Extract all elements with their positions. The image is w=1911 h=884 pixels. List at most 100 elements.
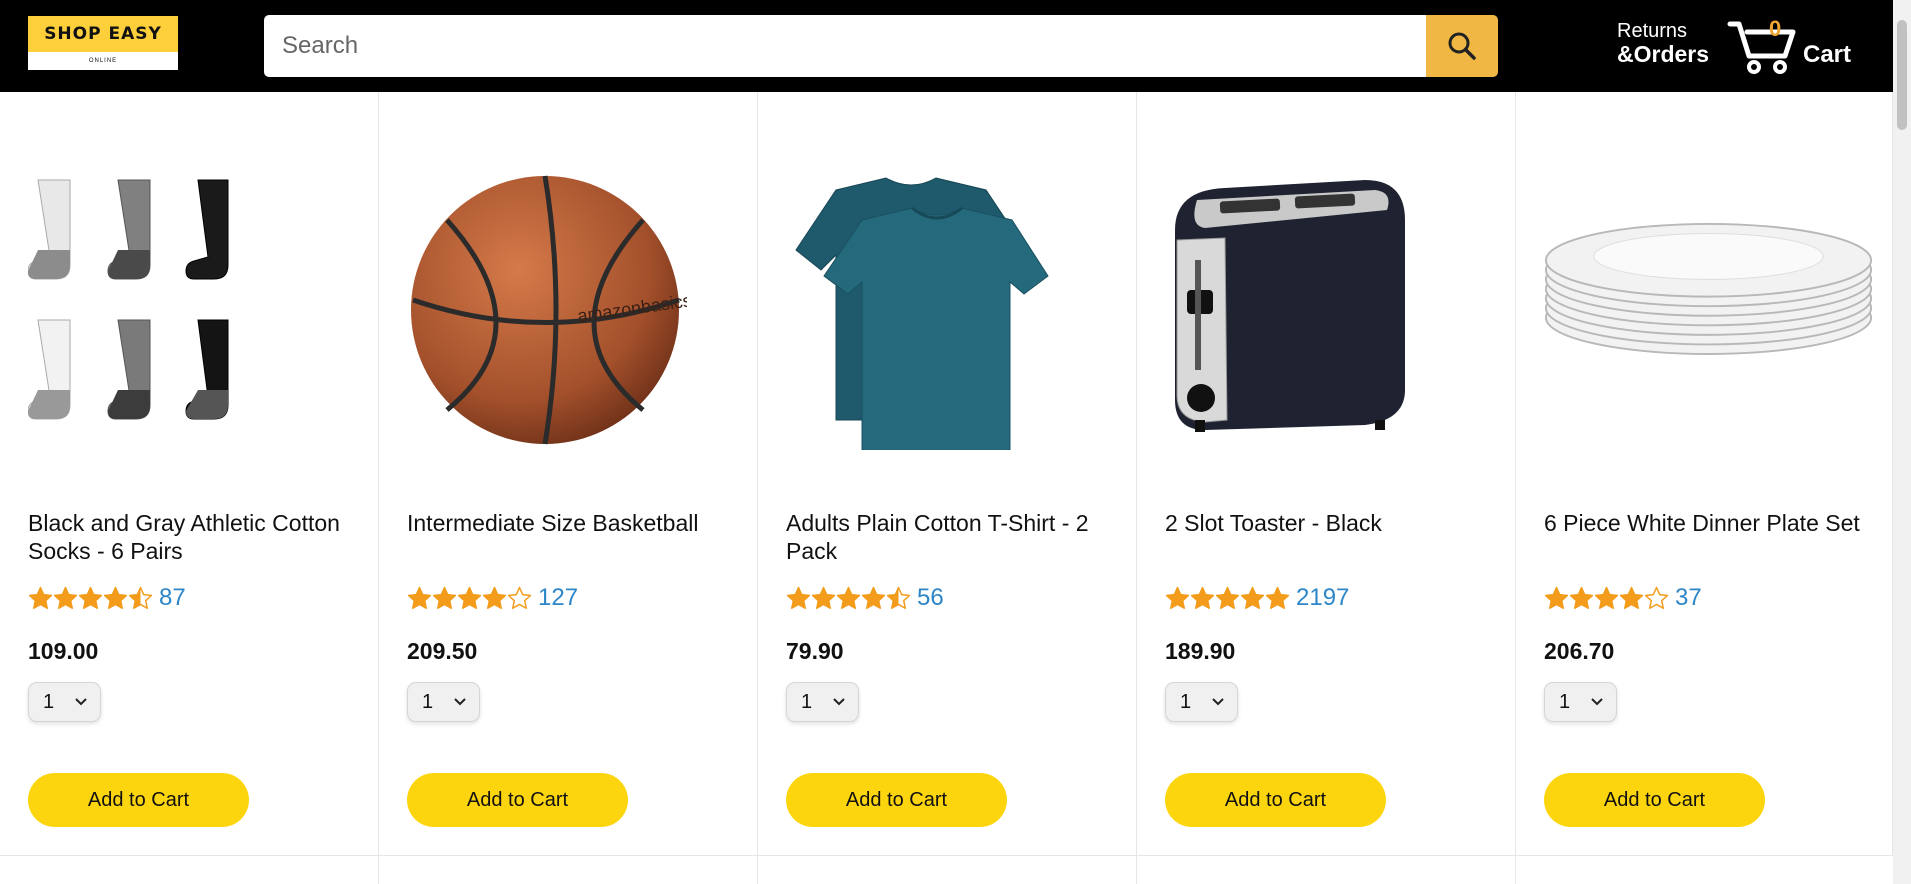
quantity-value: 1 bbox=[1559, 690, 1571, 713]
product-name: Intermediate Size Basketball bbox=[407, 510, 699, 536]
cart-icon bbox=[1727, 21, 1796, 74]
search-input[interactable] bbox=[264, 15, 1426, 77]
product-price: 109.00 bbox=[28, 638, 99, 664]
star-icon bbox=[1619, 586, 1644, 609]
next-row-card bbox=[1137, 856, 1516, 884]
product-name: Black and Gray Athletic Cotton Socks - 6… bbox=[28, 510, 340, 564]
star-icon bbox=[53, 586, 78, 609]
quantity-select[interactable]: 1 bbox=[1544, 682, 1617, 722]
star-icon bbox=[886, 586, 911, 609]
star-icon bbox=[103, 586, 128, 609]
quantity-value: 1 bbox=[1180, 690, 1192, 713]
chevron-down-icon bbox=[1591, 698, 1603, 706]
rating-count[interactable]: 56 bbox=[917, 584, 944, 612]
product-rating: 127 bbox=[407, 584, 578, 612]
star-icon bbox=[78, 586, 103, 609]
rating-stars-icon bbox=[28, 586, 153, 611]
star-icon bbox=[507, 586, 532, 609]
star-icon bbox=[1165, 586, 1190, 609]
returns-label: Returns bbox=[1617, 20, 1688, 42]
search-button[interactable] bbox=[1426, 15, 1498, 77]
star-icon bbox=[1594, 586, 1619, 609]
add-to-cart-button[interactable]: Add to Cart bbox=[407, 773, 628, 827]
quantity-select[interactable]: 1 bbox=[28, 682, 101, 722]
product-image-tshirt[interactable] bbox=[786, 160, 1116, 460]
product-rating: 37 bbox=[1544, 584, 1702, 612]
product-card: Black and Gray Athletic Cotton Socks - 6… bbox=[0, 92, 379, 856]
product-price: 206.70 bbox=[1544, 638, 1615, 664]
returns-orders-link[interactable]: Returns &Orders bbox=[1617, 20, 1709, 67]
product-image-toaster[interactable] bbox=[1165, 160, 1495, 460]
product-price: 79.90 bbox=[786, 638, 844, 664]
quantity-select[interactable]: 1 bbox=[407, 682, 480, 722]
product-image-plates[interactable] bbox=[1544, 160, 1874, 460]
vertical-scrollbar[interactable] bbox=[1893, 0, 1911, 884]
quantity-value: 1 bbox=[422, 690, 434, 713]
star-icon bbox=[1644, 586, 1669, 609]
product-image-socks[interactable] bbox=[28, 160, 358, 460]
add-to-cart-button[interactable]: Add to Cart bbox=[1544, 773, 1765, 827]
rating-count[interactable]: 87 bbox=[159, 584, 186, 612]
orders-label: &Orders bbox=[1617, 41, 1710, 67]
star-icon bbox=[457, 586, 482, 609]
chevron-down-icon bbox=[454, 698, 466, 706]
add-to-cart-button[interactable]: Add to Cart bbox=[28, 773, 249, 827]
quantity-value: 1 bbox=[43, 690, 55, 713]
rating-count[interactable]: 127 bbox=[538, 584, 578, 612]
star-icon bbox=[1265, 586, 1290, 609]
next-row-card bbox=[758, 856, 1137, 884]
product-rating: 56 bbox=[786, 584, 944, 612]
chevron-down-icon bbox=[75, 698, 87, 706]
rating-stars-icon bbox=[1165, 586, 1290, 611]
product-rating: 2197 bbox=[1165, 584, 1349, 612]
product-card: 6 Piece White Dinner Plate Set 37 206.70… bbox=[1516, 92, 1893, 856]
star-icon bbox=[407, 586, 432, 609]
product-name: 2 Slot Toaster - Black bbox=[1165, 510, 1382, 536]
star-icon bbox=[432, 586, 457, 609]
product-card: Adults Plain Cotton T-Shirt - 2 Pack 56 … bbox=[758, 92, 1137, 856]
star-icon bbox=[28, 586, 53, 609]
quantity-select[interactable]: 1 bbox=[786, 682, 859, 722]
product-image-basketball[interactable]: amazonbasics bbox=[407, 160, 737, 460]
search-bar bbox=[264, 15, 1498, 77]
star-icon bbox=[836, 586, 861, 609]
rating-stars-icon bbox=[786, 586, 911, 611]
header: SHOP EASY ONLINE Returns &Orders 0 Cart bbox=[0, 0, 1893, 92]
next-row-card bbox=[1516, 856, 1893, 884]
add-to-cart-button[interactable]: Add to Cart bbox=[786, 773, 1007, 827]
add-to-cart-button[interactable]: Add to Cart bbox=[1165, 773, 1386, 827]
search-icon bbox=[1448, 32, 1476, 60]
shop-easy-logo[interactable]: SHOP EASY ONLINE bbox=[28, 16, 178, 70]
product-price: 209.50 bbox=[407, 638, 478, 664]
logo-subtitle: ONLINE bbox=[88, 58, 118, 64]
product-grid: Black and Gray Athletic Cotton Socks - 6… bbox=[0, 92, 1893, 884]
product-rating: 87 bbox=[28, 584, 186, 612]
quantity-value: 1 bbox=[801, 690, 813, 713]
star-icon bbox=[1190, 586, 1215, 609]
star-icon bbox=[128, 586, 153, 609]
star-icon bbox=[1544, 586, 1569, 609]
next-row-card bbox=[0, 856, 379, 884]
rating-count[interactable]: 37 bbox=[1675, 584, 1702, 612]
rating-count[interactable]: 2197 bbox=[1296, 584, 1349, 612]
logo-title: SHOP EASY bbox=[28, 16, 178, 52]
star-icon bbox=[861, 586, 886, 609]
product-name: Adults Plain Cotton T-Shirt - 2 Pack bbox=[786, 510, 1089, 564]
product-card: 2 Slot Toaster - Black 2197 189.90 1 Add… bbox=[1137, 92, 1516, 856]
cart-count: 0 bbox=[1769, 16, 1782, 41]
next-row-card bbox=[379, 856, 758, 884]
star-icon bbox=[786, 586, 811, 609]
star-icon bbox=[1215, 586, 1240, 609]
rating-stars-icon bbox=[407, 586, 532, 611]
scrollbar-thumb[interactable] bbox=[1897, 20, 1907, 130]
quantity-select[interactable]: 1 bbox=[1165, 682, 1238, 722]
product-price: 189.90 bbox=[1165, 638, 1236, 664]
star-icon bbox=[1569, 586, 1594, 609]
star-icon bbox=[1240, 586, 1265, 609]
star-icon bbox=[811, 586, 836, 609]
product-name: 6 Piece White Dinner Plate Set bbox=[1544, 510, 1860, 536]
rating-stars-icon bbox=[1544, 586, 1669, 611]
chevron-down-icon bbox=[1212, 698, 1224, 706]
cart-label: Cart bbox=[1803, 41, 1852, 68]
cart-link[interactable]: 0 Cart bbox=[1727, 14, 1852, 78]
